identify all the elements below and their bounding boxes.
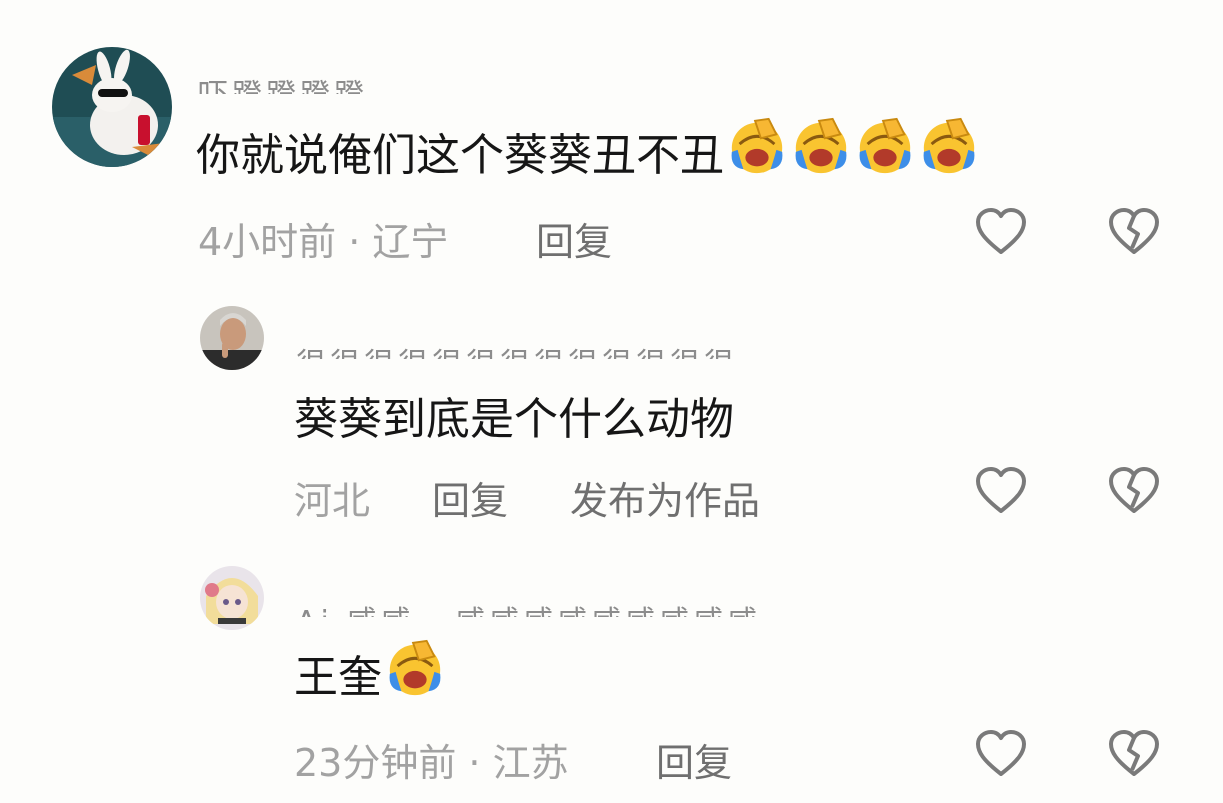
location: 河北 <box>294 479 371 523</box>
avatar[interactable] <box>52 47 172 167</box>
dislike-button[interactable] <box>1106 463 1162 519</box>
laughing-crying-emoji <box>918 115 980 188</box>
laughing-crying-emoji <box>384 637 446 710</box>
broken-heart-icon <box>1106 208 1162 264</box>
dislike-button[interactable] <box>1106 726 1162 782</box>
username[interactable]: 吓蹬蹬蹬蹬 <box>198 60 428 94</box>
like-button[interactable] <box>973 463 1029 519</box>
timestamp-location: 23分钟前 · 江苏 <box>294 741 569 785</box>
heart-outline-icon <box>973 730 1029 786</box>
comment-text: 葵葵到底是个什么动物 <box>294 384 734 446</box>
like-button[interactable] <box>973 726 1029 782</box>
laughing-crying-emoji <box>726 115 788 188</box>
emoji-group <box>724 115 980 188</box>
dislike-button[interactable] <box>1106 204 1162 260</box>
avatar[interactable] <box>200 306 264 370</box>
emoji-group <box>382 637 446 710</box>
comment-body: 葵葵到底是个什么动物 <box>294 394 734 445</box>
heart-outline-icon <box>973 208 1029 264</box>
publish-as-work-button[interactable]: 发布为作品 <box>570 470 760 525</box>
laughing-crying-emoji <box>854 115 916 188</box>
avatar[interactable] <box>200 566 264 630</box>
laughing-crying-emoji <box>790 115 852 188</box>
like-button[interactable] <box>973 204 1029 260</box>
comment-text: 王奎 <box>294 639 446 704</box>
comment-text: 你就说俺们这个葵葵丑不丑 <box>196 117 980 184</box>
reply-button[interactable]: 回复 <box>536 211 612 266</box>
broken-heart-icon <box>1106 730 1162 786</box>
broken-heart-icon <box>1106 467 1162 523</box>
reply-button[interactable]: 回复 <box>656 732 732 787</box>
username[interactable]: 很很很很很很很很很很很很很 <box>296 325 862 359</box>
comment-thread: 吓蹬蹬蹬蹬 你就说俺们这个葵葵丑不丑 4小时前 · 辽宁 回复 很很很很很很很很… <box>0 0 1223 803</box>
reply-button[interactable]: 回复 <box>432 470 508 525</box>
username[interactable]: Ai 威威 · 威威威威威威威威威 <box>296 583 972 617</box>
comment-body: 王奎 <box>294 652 382 703</box>
comment-body: 你就说俺们这个葵葵丑不丑 <box>196 130 724 181</box>
timestamp-location: 4小时前 · 辽宁 <box>198 220 449 264</box>
heart-outline-icon <box>973 467 1029 523</box>
